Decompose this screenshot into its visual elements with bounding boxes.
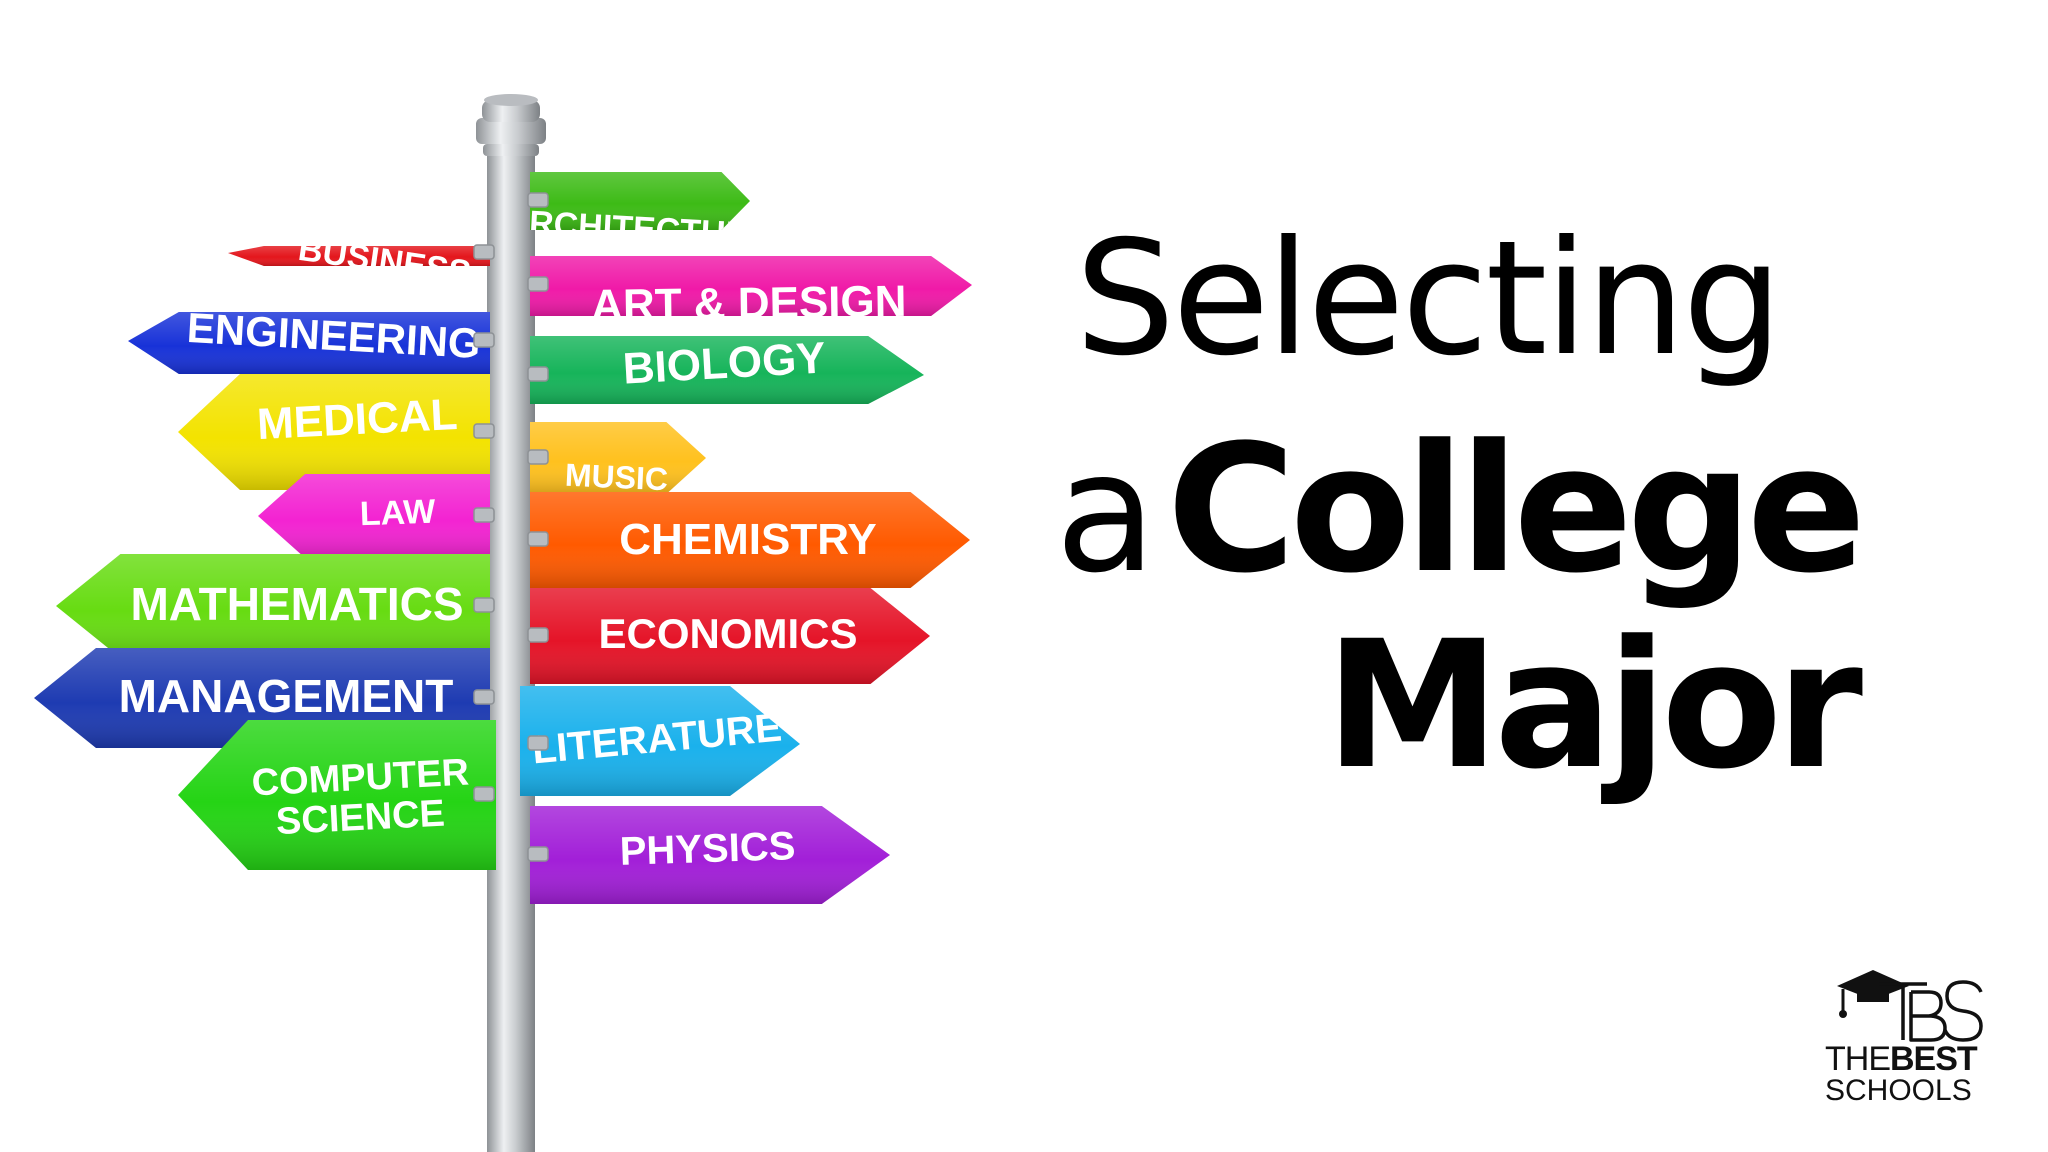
logo-text-schools: SCHOOLS — [1825, 1074, 1972, 1107]
sign-clamp — [527, 846, 549, 862]
sign-clamp — [473, 244, 495, 260]
logo-text-the-best: THEBEST — [1825, 1040, 1978, 1078]
sign-architecture: ARCHITECTURE — [530, 172, 750, 230]
sign-economics: ECONOMICS — [530, 588, 930, 684]
sign-clamp — [527, 627, 549, 643]
sign-label: MANAGEMENT — [119, 670, 454, 722]
the-best-schools-logo: THEBEST SCHOOLS — [1825, 962, 1995, 1112]
sign-engineering: ENGINEERING — [128, 304, 490, 374]
sign-label: CHEMISTRY — [619, 515, 877, 564]
sign-clamp — [527, 735, 549, 751]
sign-chemistry: CHEMISTRY — [530, 492, 970, 588]
sign-mathematics: MATHEMATICS — [56, 554, 490, 658]
sign-label: LAW — [359, 493, 437, 534]
headline-word-college: College — [1166, 407, 1866, 612]
sign-label: MATHEMATICS — [130, 578, 463, 630]
sign-clamp — [527, 449, 549, 465]
sign-art-design: ART & DESIGN — [530, 256, 972, 330]
sign-clamp — [527, 276, 549, 292]
sign-clamp — [473, 597, 495, 613]
slide: ARCHITECTURE BUSINESS ART & DESIGN ENGINEER… — [0, 0, 2048, 1152]
sign-medical: MEDICAL — [178, 374, 490, 490]
sign-clamp — [527, 366, 549, 382]
sign-clamp — [473, 332, 495, 348]
sign-label: ECONOMICS — [598, 610, 857, 657]
sign-clamp — [473, 507, 495, 523]
sign-clamp — [473, 689, 495, 705]
headline-word-major: Major — [1325, 603, 1863, 808]
sign-literature: LITERATURE — [520, 686, 800, 796]
sign-biology: BIOLOGY — [530, 333, 924, 404]
headline-line-a-college: aCollege — [1055, 422, 1866, 598]
headline-word-a: a — [1055, 417, 1157, 610]
sign-clamp — [473, 786, 495, 802]
sign-label: SCIENCE — [275, 793, 446, 843]
sign-clamp — [527, 531, 549, 547]
sign-law: LAW — [258, 474, 490, 558]
sign-label: BUSINESS — [296, 230, 473, 293]
sign-clamp — [527, 192, 549, 208]
sign-music: MUSIC — [530, 422, 706, 498]
sign-label: ART & DESIGN — [591, 277, 907, 330]
sign-clamp — [473, 423, 495, 439]
sign-business: BUSINESS — [228, 230, 490, 293]
graduation-cap-icon — [1837, 970, 1983, 1042]
sign-label: MUSIC — [564, 457, 669, 498]
headline-line-selecting: Selecting — [1075, 207, 1783, 391]
sign-label: PHYSICS — [619, 824, 796, 874]
sign-label: MEDICAL — [256, 390, 459, 449]
sign-physics: PHYSICS — [530, 806, 890, 904]
